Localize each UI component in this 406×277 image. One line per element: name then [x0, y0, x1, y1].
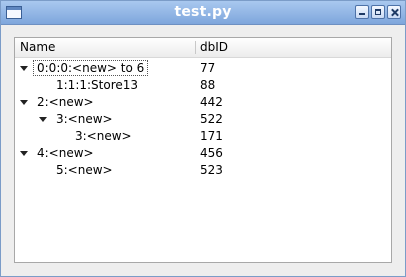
- tree-header: Name dbID: [15, 38, 391, 58]
- window-title: test.py: [174, 4, 232, 20]
- tree-item-dbid: 77: [200, 61, 216, 75]
- tree-item-dbid: 456: [200, 146, 223, 160]
- tree-row[interactable]: 4:<new> 456: [15, 145, 391, 162]
- expand-arrow-icon[interactable]: [20, 151, 28, 156]
- tree-row[interactable]: 5:<new> 523: [15, 162, 391, 179]
- tree-item-dbid: 171: [200, 129, 223, 143]
- column-header-name[interactable]: Name: [20, 40, 55, 54]
- tree-item-dbid: 442: [200, 95, 223, 109]
- tree-row[interactable]: 3:<new> 171: [15, 128, 391, 145]
- tree-view[interactable]: Name dbID 0:0:0:<new> to 6 77 1:1:1:Stor…: [14, 37, 392, 263]
- tree-item-name: 5:<new>: [56, 163, 113, 177]
- tree-row[interactable]: 3:<new> 522: [15, 111, 391, 128]
- expand-arrow-icon[interactable]: [39, 117, 47, 122]
- minimize-button[interactable]: [355, 5, 369, 19]
- tree-item-name: 2:<new>: [37, 95, 94, 109]
- tree-item-name: 1:1:1:Store13: [56, 78, 139, 92]
- maximize-button[interactable]: [371, 5, 385, 19]
- tree-item-name: 3:<new>: [75, 129, 132, 143]
- tree-item-dbid: 523: [200, 163, 223, 177]
- expand-arrow-icon[interactable]: [20, 66, 28, 71]
- tree-row[interactable]: 1:1:1:Store13 88: [15, 77, 391, 94]
- title-bar[interactable]: test.py: [1, 1, 405, 25]
- tree-item-dbid: 88: [200, 78, 216, 92]
- tree-item-name: 0:0:0:<new> to 6: [32, 60, 149, 76]
- app-window: test.py Name dbID 0:0:0:<new> to 6 77 1:…: [0, 0, 406, 277]
- tree-row[interactable]: 2:<new> 442: [15, 94, 391, 111]
- column-header-dbid[interactable]: dbID: [200, 40, 228, 54]
- close-button[interactable]: [387, 5, 401, 19]
- tree-item-dbid: 522: [200, 112, 223, 126]
- tree-row[interactable]: 0:0:0:<new> to 6 77: [15, 60, 391, 77]
- expand-arrow-icon[interactable]: [20, 100, 28, 105]
- tree-item-name: 3:<new>: [56, 112, 113, 126]
- tree-item-name: 4:<new>: [37, 146, 94, 160]
- column-separator[interactable]: [195, 41, 196, 54]
